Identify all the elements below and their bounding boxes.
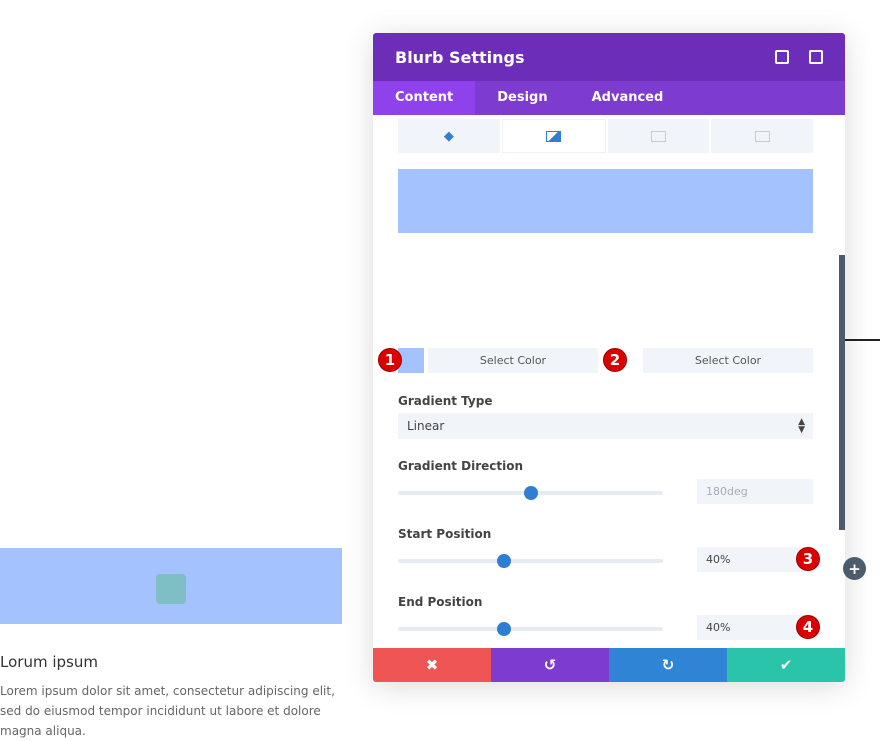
- save-button[interactable]: ✔: [727, 648, 845, 682]
- image-icon[interactable]: [607, 119, 710, 153]
- slider-thumb[interactable]: [497, 554, 511, 568]
- check-icon: ✔: [779, 656, 793, 674]
- blurb-settings-modal: Blurb Settings Content Design Advanced ◆…: [373, 33, 845, 682]
- end-position-slider[interactable]: [398, 622, 663, 636]
- undo-button[interactable]: ↺: [491, 648, 609, 682]
- cancel-button[interactable]: ✖: [373, 648, 491, 682]
- annotation-badge-4: 4: [796, 615, 820, 639]
- start-position-label: Start Position: [398, 527, 492, 541]
- background-type-tabs: ◆: [398, 119, 813, 153]
- blurb-title: Lorum ipsum: [0, 653, 98, 671]
- fullscreen-icon[interactable]: [775, 50, 789, 64]
- undo-icon: ↺: [543, 656, 557, 674]
- blurb-image: [156, 574, 186, 604]
- close-icon: ✖: [425, 656, 439, 674]
- annotation-badge-1: 1: [378, 348, 402, 372]
- add-button[interactable]: +: [843, 557, 866, 580]
- blurb-body: Lorem ipsum dolor sit amet, consectetur …: [0, 684, 335, 738]
- divider: [845, 339, 880, 341]
- tab-content[interactable]: Content: [373, 81, 476, 115]
- select-start-color-button[interactable]: Select Color: [428, 348, 598, 373]
- select-arrows-icon: ▲ ▼: [798, 417, 805, 435]
- sidebar-toggle-icon[interactable]: [809, 50, 823, 64]
- modal-title: Blurb Settings: [395, 47, 525, 67]
- gradient-type-value: Linear: [407, 419, 445, 433]
- end-position-label: End Position: [398, 595, 483, 609]
- scrollbar[interactable]: [839, 255, 845, 530]
- gradient-direction-input[interactable]: 180deg: [697, 479, 813, 504]
- start-position-slider[interactable]: [398, 554, 663, 568]
- paint-bucket-icon[interactable]: ◆: [398, 119, 500, 153]
- redo-icon: ↻: [661, 656, 675, 674]
- gradient-direction-label: Gradient Direction: [398, 459, 524, 473]
- annotation-badge-3: 3: [796, 547, 820, 571]
- gradient-icon[interactable]: [501, 119, 606, 153]
- gradient-type-label: Gradient Type: [398, 394, 493, 408]
- slider-thumb[interactable]: [523, 486, 538, 500]
- gradient-preview: [398, 169, 813, 233]
- tab-advanced[interactable]: Advanced: [570, 81, 686, 115]
- tab-design[interactable]: Design: [475, 81, 569, 115]
- modal-header: Blurb Settings: [373, 33, 845, 81]
- gradient-type-select[interactable]: Linear ▲ ▼: [398, 413, 813, 439]
- select-end-color-button[interactable]: Select Color: [643, 348, 813, 373]
- slider-thumb[interactable]: [497, 622, 511, 636]
- tab-bar: Content Design Advanced: [373, 81, 845, 115]
- redo-button[interactable]: ↻: [609, 648, 727, 682]
- modal-footer: ✖ ↺ ↻ ✔: [373, 648, 845, 682]
- gradient-direction-slider[interactable]: [398, 486, 663, 500]
- annotation-badge-2: 2: [603, 348, 627, 372]
- video-icon[interactable]: [711, 119, 813, 153]
